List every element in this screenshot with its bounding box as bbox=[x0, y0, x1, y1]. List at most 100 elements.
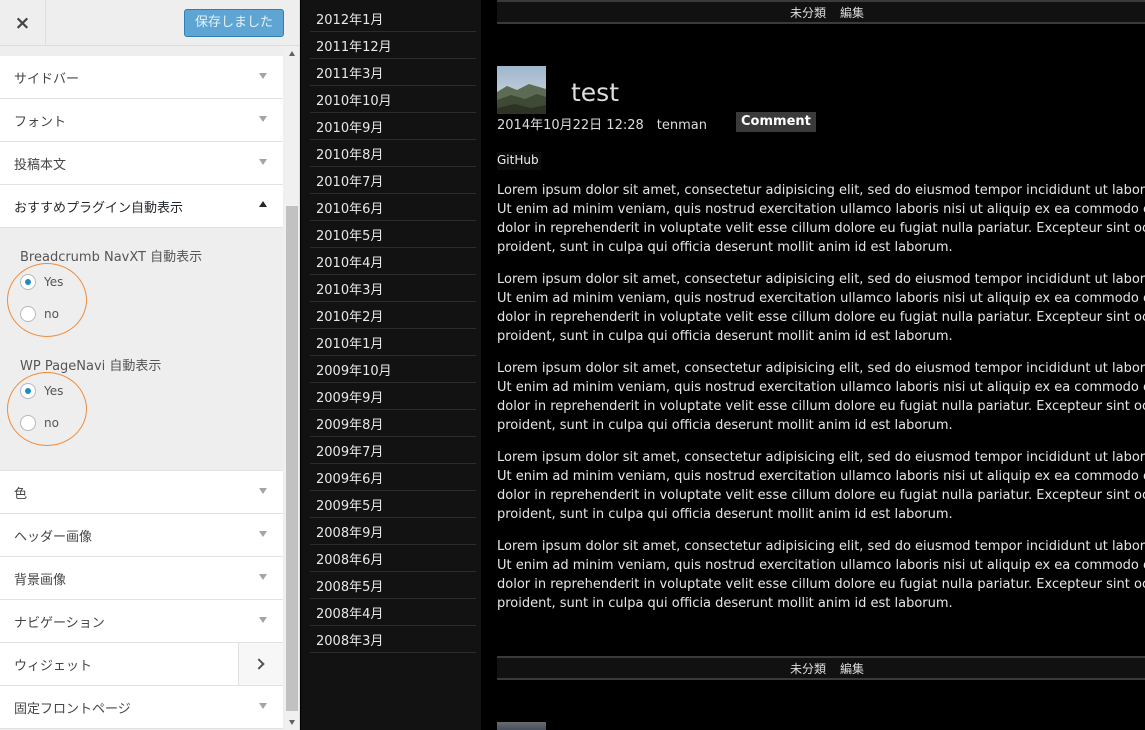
archive-link[interactable]: 2012年1月 bbox=[310, 5, 476, 32]
section-recommended-plugins-body: Breadcrumb NavXT 自動表示 Yes no WP PageNavi… bbox=[0, 228, 283, 471]
post-bottom-meta: 未分類 編集 bbox=[497, 656, 1145, 680]
archive-link[interactable]: 2008年3月 bbox=[310, 626, 476, 653]
chevron-down-icon bbox=[259, 574, 267, 580]
archive-link[interactable]: 2010年2月 bbox=[310, 302, 476, 329]
archive-link[interactable]: 2008年6月 bbox=[310, 545, 476, 572]
github-label: GitHub bbox=[497, 152, 541, 170]
section-label: 色 bbox=[14, 486, 28, 502]
chevron-down-icon bbox=[259, 159, 267, 165]
section-label: ナビゲーション bbox=[14, 615, 105, 631]
close-icon[interactable]: × bbox=[0, 0, 46, 46]
chevron-right-icon bbox=[253, 658, 265, 670]
customizer-header: × 保存しました bbox=[0, 0, 299, 46]
archive-link[interactable]: 2010年3月 bbox=[310, 275, 476, 302]
scroll-up-icon[interactable] bbox=[289, 51, 295, 56]
section-navigation[interactable]: ナビゲーション bbox=[0, 600, 283, 643]
archive-link[interactable]: 2008年4月 bbox=[310, 599, 476, 626]
section-background-image[interactable]: 背景画像 bbox=[0, 557, 283, 600]
archive-link[interactable]: 2010年6月 bbox=[310, 194, 476, 221]
post-top-meta: 未分類 編集 bbox=[497, 0, 1145, 24]
archive-link[interactable]: 2010年1月 bbox=[310, 329, 476, 356]
post-title[interactable]: test bbox=[571, 78, 619, 107]
archive-link[interactable]: 2010年8月 bbox=[310, 140, 476, 167]
paragraph-line: dolor in reprehenderit in voluptate veli… bbox=[497, 399, 1145, 414]
edit-link[interactable]: 編集 bbox=[840, 660, 864, 677]
paragraph-line: proident, sunt in culpa qui officia dese… bbox=[497, 507, 953, 522]
annotation-circle bbox=[7, 372, 87, 446]
chevron-down-icon bbox=[259, 116, 267, 122]
section-label: ウィジェット bbox=[14, 658, 93, 674]
section-label: 投稿本文 bbox=[14, 157, 67, 173]
landscape-image-icon bbox=[497, 66, 546, 114]
paragraph-line: Lorem ipsum dolor sit amet, consectetur … bbox=[497, 539, 1145, 554]
chevron-right-button[interactable] bbox=[238, 643, 283, 685]
archive-link[interactable]: 2009年8月 bbox=[310, 410, 476, 437]
section-label: フォント bbox=[14, 114, 67, 130]
archive-link[interactable]: 2009年10月 bbox=[310, 356, 476, 383]
annotation-circle bbox=[7, 263, 87, 337]
chevron-down-icon bbox=[259, 531, 267, 537]
paragraph-line: Ut enim ad minim veniam, quis nostrud ex… bbox=[497, 380, 1145, 395]
post-date[interactable]: 2014年10月22日 12:28 bbox=[497, 118, 644, 133]
section-color[interactable]: 色 bbox=[0, 471, 283, 514]
section-static-front-page[interactable]: 固定フロントページ bbox=[0, 686, 283, 729]
paragraph-line: Ut enim ad minim veniam, quis nostrud ex… bbox=[497, 469, 1145, 484]
archive-link[interactable]: 2011年12月 bbox=[310, 32, 476, 59]
next-post-thumbnail[interactable] bbox=[497, 722, 546, 730]
section-label: 背景画像 bbox=[14, 572, 67, 588]
archive-link[interactable]: 2010年9月 bbox=[310, 113, 476, 140]
archive-link[interactable]: 2008年9月 bbox=[310, 518, 476, 545]
archive-link[interactable]: 2010年10月 bbox=[310, 86, 476, 113]
edit-link[interactable]: 編集 bbox=[840, 4, 864, 21]
chevron-down-icon bbox=[259, 73, 267, 79]
paragraph-line: dolor in reprehenderit in voluptate veli… bbox=[497, 577, 1145, 592]
save-button[interactable]: 保存しました bbox=[183, 9, 284, 37]
customizer-sections: サイドバー フォント 投稿本文 おすすめプラグイン自動表示 Breadcrumb… bbox=[0, 46, 283, 730]
paragraph-line: dolor in reprehenderit in voluptate veli… bbox=[497, 488, 1145, 503]
section-label: 固定フロントページ bbox=[14, 701, 131, 717]
category-link[interactable]: 未分類 bbox=[790, 660, 826, 677]
post-author[interactable]: tenman bbox=[657, 118, 707, 133]
section-widgets[interactable]: ウィジェット bbox=[0, 643, 283, 686]
scroll-down-icon[interactable] bbox=[289, 720, 295, 725]
section-sidebar[interactable]: サイドバー bbox=[0, 56, 283, 99]
paragraph-line: dolor in reprehenderit in voluptate veli… bbox=[497, 310, 1145, 325]
post-content: 未分類 編集 test 2014年10月22日 12:28 tenman Com… bbox=[481, 0, 1145, 730]
section-font[interactable]: フォント bbox=[0, 99, 283, 142]
section-label: サイドバー bbox=[14, 71, 80, 87]
chevron-up-icon bbox=[259, 201, 267, 207]
paragraph-line: Ut enim ad minim veniam, quis nostrud ex… bbox=[497, 558, 1145, 573]
category-link[interactable]: 未分類 bbox=[790, 4, 826, 21]
section-label: おすすめプラグイン自動表示 bbox=[14, 200, 184, 216]
archive-link[interactable]: 2008年5月 bbox=[310, 572, 476, 599]
chevron-down-icon bbox=[259, 617, 267, 623]
paragraph-line: Lorem ipsum dolor sit amet, consectetur … bbox=[497, 272, 1145, 287]
archive-link[interactable]: 2009年6月 bbox=[310, 464, 476, 491]
section-recommended-plugins[interactable]: おすすめプラグイン自動表示 bbox=[0, 185, 283, 228]
archive-link[interactable]: 2009年5月 bbox=[310, 491, 476, 518]
comment-button[interactable]: Comment bbox=[736, 112, 816, 132]
archive-link[interactable]: 2010年4月 bbox=[310, 248, 476, 275]
customizer-scrollbar[interactable] bbox=[284, 46, 299, 730]
archive-link[interactable]: 2009年9月 bbox=[310, 383, 476, 410]
paragraph-line: proident, sunt in culpa qui officia dese… bbox=[497, 418, 953, 433]
archive-link[interactable]: 2010年5月 bbox=[310, 221, 476, 248]
paragraph-line: Lorem ipsum dolor sit amet, consectetur … bbox=[497, 183, 1145, 198]
pagenavi-option-title: WP PageNavi 自動表示 bbox=[20, 359, 162, 374]
post-meta: 2014年10月22日 12:28 tenman bbox=[497, 114, 707, 133]
archive-link[interactable]: 2011年3月 bbox=[310, 59, 476, 86]
archive-link[interactable]: 2009年7月 bbox=[310, 437, 476, 464]
customizer-panel: × 保存しました サイドバー フォント 投稿本文 おすすめプラグイン自動表示 B… bbox=[0, 0, 300, 730]
paragraph-line: dolor in reprehenderit in voluptate veli… bbox=[497, 221, 1145, 236]
archive-link[interactable]: 2010年7月 bbox=[310, 167, 476, 194]
paragraph-line: Lorem ipsum dolor sit amet, consectetur … bbox=[497, 450, 1145, 465]
section-label: ヘッダー画像 bbox=[14, 529, 93, 545]
section-header-image[interactable]: ヘッダー画像 bbox=[0, 514, 283, 557]
section-post-body[interactable]: 投稿本文 bbox=[0, 142, 283, 185]
chevron-down-icon bbox=[259, 703, 267, 709]
archive-sidebar: 2012年1月 2011年12月 2011年3月 2010年10月 2010年9月 201… bbox=[301, 0, 481, 730]
scrollbar-thumb[interactable] bbox=[286, 206, 298, 711]
paragraph-line: Ut enim ad minim veniam, quis nostrud ex… bbox=[497, 291, 1145, 306]
paragraph-line: Lorem ipsum dolor sit amet, consectetur … bbox=[497, 361, 1145, 376]
post-thumbnail[interactable] bbox=[497, 66, 546, 114]
